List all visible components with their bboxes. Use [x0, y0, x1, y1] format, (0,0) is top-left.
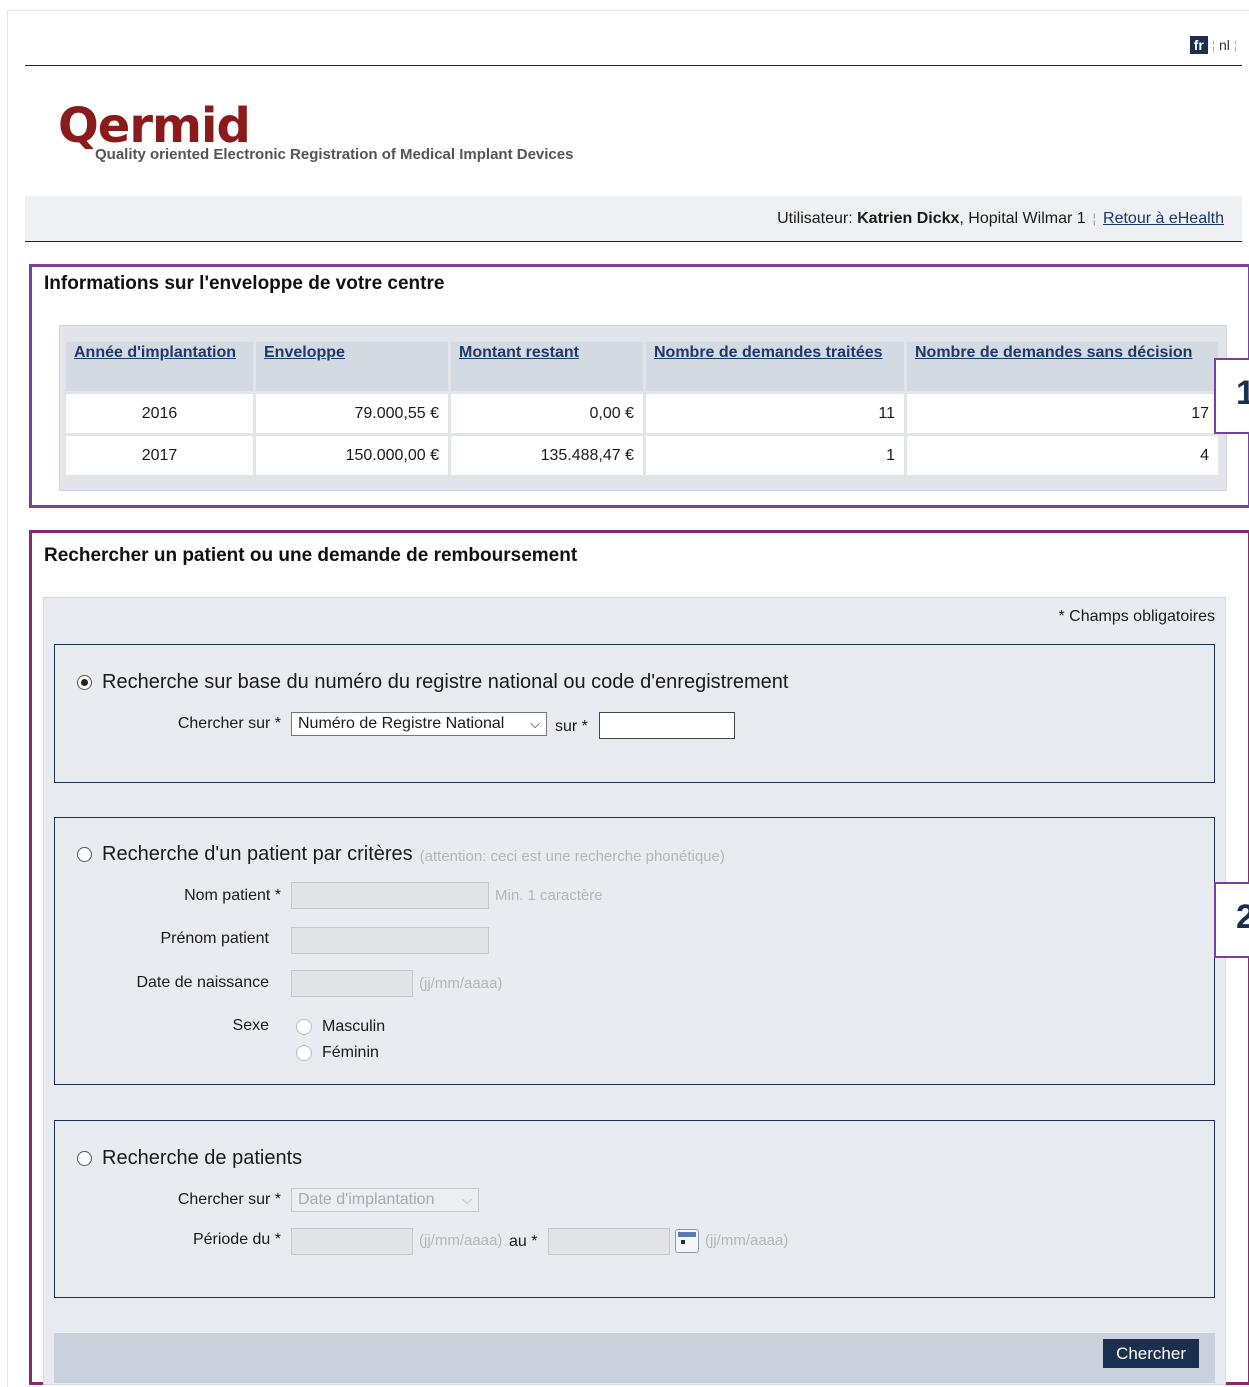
envelope-table: Année d'implantation Enveloppe Montant r… [63, 339, 1221, 478]
phonetic-note: (attention: ceci est une recherche phoné… [419, 848, 725, 865]
cell-year: 2017 [66, 436, 253, 475]
patients-search-on-label: Chercher sur * [177, 1191, 281, 1208]
patient-name-hint: Min. 1 caractère [495, 887, 603, 904]
patient-firstname-label: Prénom patient [160, 930, 269, 947]
envelope-panel: Année d'implantation Enveloppe Montant r… [59, 325, 1227, 491]
annotation-badge-2: 2 [1214, 882, 1249, 958]
cell-pending: 17 [907, 394, 1218, 433]
patients-search-on-value: Date d'implantation [298, 1191, 435, 1208]
logo-tagline: Quality oriented Electronic Registration… [95, 146, 574, 163]
cell-remaining: 0,00 € [451, 394, 643, 433]
period-from-label: Période du * [192, 1231, 281, 1248]
annotation-badge-1: 1 [1214, 358, 1249, 434]
sex-male-radio[interactable] [296, 1019, 312, 1035]
search-panel: * Champs obligatoires Recherche sur base… [43, 597, 1226, 1385]
search-on-value: Numéro de Registre National [298, 715, 505, 732]
sex-female-option[interactable]: Féminin [296, 1044, 379, 1062]
page-frame-left [7, 10, 8, 1387]
col-header-envelope[interactable]: Enveloppe [256, 342, 448, 391]
national-search-box: Recherche sur base du numéro du registre… [54, 644, 1215, 783]
user-name: Katrien Dickx [857, 209, 960, 227]
userbar-separator: ¦ [1092, 211, 1097, 226]
patient-firstname-input[interactable] [291, 927, 489, 954]
period-from-input[interactable] [291, 1228, 413, 1255]
search-on-select[interactable]: Numéro de Registre National ⌵ [291, 712, 547, 736]
search-button[interactable]: Chercher [1103, 1339, 1199, 1368]
cell-envelope: 79.000,55 € [256, 394, 448, 433]
header-divider [25, 65, 1242, 66]
period-to-format: (jj/mm/aaaa) [705, 1232, 789, 1249]
cell-envelope: 150.000,00 € [256, 436, 448, 475]
lang-separator: ¦ [1233, 38, 1237, 52]
user-hospital: , Hopital Wilmar 1 [959, 209, 1086, 227]
sex-female-label: Féminin [322, 1044, 379, 1061]
user-label: Utilisateur: [777, 209, 853, 227]
cell-remaining: 135.488,47 € [451, 436, 643, 475]
page-frame-top [7, 10, 1249, 11]
envelope-section: Informations sur l'enveloppe de votre ce… [29, 264, 1249, 508]
period-to-input[interactable] [548, 1228, 670, 1255]
search-title: Rechercher un patient ou une demande de … [44, 545, 578, 566]
envelope-title: Informations sur l'enveloppe de votre ce… [44, 273, 445, 294]
on-label: sur * [555, 718, 588, 735]
dob-label: Date de naissance [136, 974, 269, 991]
period-from-format: (jj/mm/aaaa) [419, 1232, 503, 1249]
patients-search-box: Recherche de patients Chercher sur * Dat… [54, 1120, 1215, 1298]
search-section: Rechercher un patient ou une demande de … [29, 530, 1249, 1385]
cell-pending: 4 [907, 436, 1218, 475]
table-row: 2017 150.000,00 € 135.488,47 € 1 4 [66, 436, 1218, 475]
envelope-table-header: Année d'implantation Enveloppe Montant r… [66, 342, 1218, 391]
lang-fr-link[interactable]: fr [1189, 36, 1208, 54]
user-bar: Utilisateur: Katrien Dickx , Hopital Wil… [25, 196, 1242, 242]
language-switch: fr ¦ nl ¦ [1189, 36, 1237, 54]
patients-search-label: Recherche de patients [102, 1147, 303, 1169]
search-footer: Chercher [54, 1333, 1215, 1383]
sex-label: Sexe [232, 1017, 269, 1034]
criteria-search-box: Recherche d'un patient par critères (att… [54, 817, 1215, 1085]
patients-search-on-select[interactable]: Date d'implantation ⌵ [291, 1188, 479, 1212]
sex-male-label: Masculin [322, 1018, 386, 1035]
col-header-processed[interactable]: Nombre de demandes traitées [646, 342, 904, 391]
col-header-year[interactable]: Année d'implantation [66, 342, 253, 391]
national-search-label: Recherche sur base du numéro du registre… [102, 671, 789, 693]
dob-input[interactable] [291, 970, 413, 997]
patients-search-option[interactable]: Recherche de patients [77, 1147, 302, 1170]
sex-female-radio[interactable] [296, 1045, 312, 1061]
chevron-down-icon: ⌵ [530, 716, 540, 731]
criteria-search-radio[interactable] [77, 847, 92, 862]
return-ehealth-link[interactable]: Retour à eHealth [1103, 210, 1224, 228]
period-to-label: au * [509, 1233, 538, 1250]
criteria-search-label: Recherche d'un patient par critères [102, 843, 413, 865]
cell-year: 2016 [66, 394, 253, 433]
national-number-input[interactable] [599, 712, 735, 739]
criteria-search-option[interactable]: Recherche d'un patient par critères (att… [77, 843, 725, 866]
calendar-icon[interactable] [675, 1229, 699, 1253]
patient-name-label: Nom patient * [184, 887, 281, 904]
cell-processed: 11 [646, 394, 904, 433]
required-fields-note: * Champs obligatoires [1058, 608, 1215, 625]
sex-male-option[interactable]: Masculin [296, 1018, 385, 1036]
national-search-option[interactable]: Recherche sur base du numéro du registre… [77, 671, 788, 694]
patients-search-radio[interactable] [77, 1151, 92, 1166]
national-search-radio[interactable] [77, 675, 92, 690]
lang-separator: ¦ [1211, 38, 1215, 52]
col-header-remaining[interactable]: Montant restant [451, 342, 643, 391]
col-header-pending[interactable]: Nombre de demandes sans décision [907, 342, 1218, 391]
chevron-down-icon: ⌵ [462, 1192, 472, 1207]
dob-format-hint: (jj/mm/aaaa) [419, 975, 503, 992]
patient-name-input[interactable] [291, 882, 489, 909]
cell-processed: 1 [646, 436, 904, 475]
table-row: 2016 79.000,55 € 0,00 € 11 17 [66, 394, 1218, 433]
search-on-label: Chercher sur * [177, 715, 281, 732]
lang-nl-link[interactable]: nl [1219, 37, 1230, 53]
